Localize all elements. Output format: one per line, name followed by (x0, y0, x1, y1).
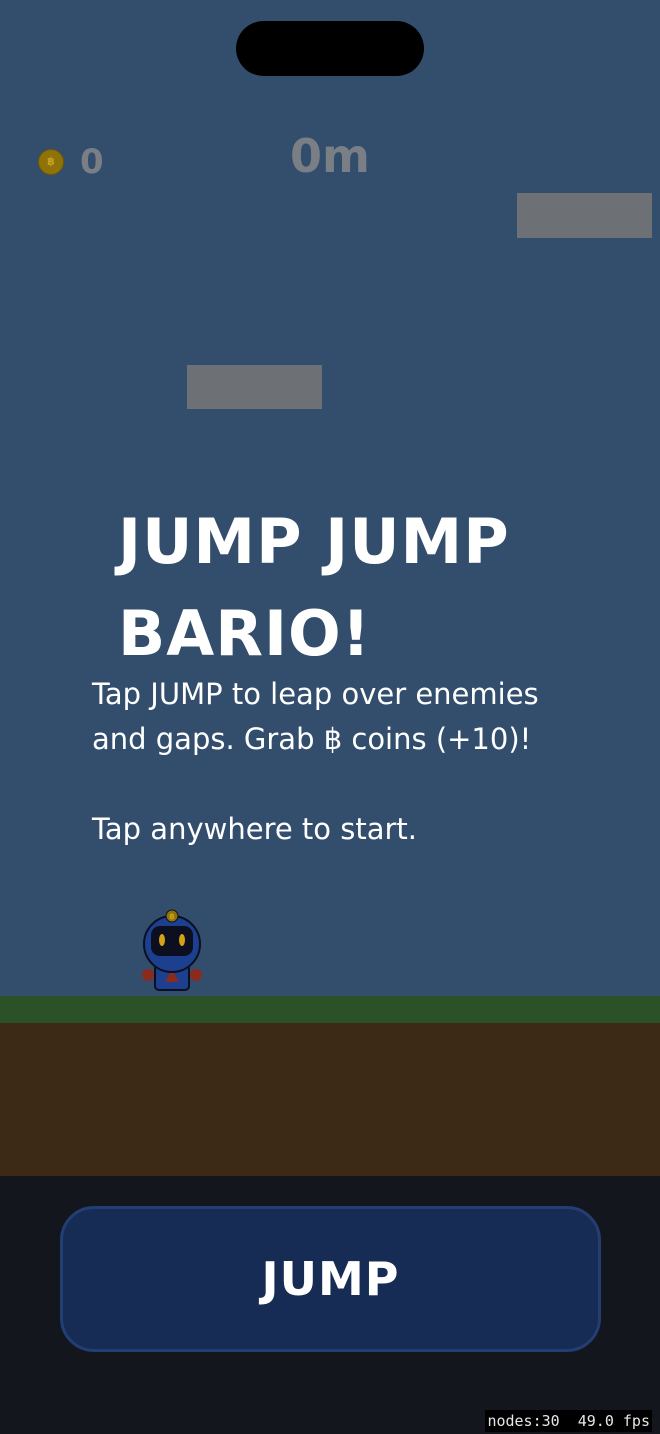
jump-button[interactable]: JUMP (60, 1206, 601, 1352)
instructions-text: Tap JUMP to leap over enemies and gaps. … (92, 672, 612, 852)
instructions-line: and gaps. Grab ฿ coins (+10)! (92, 722, 532, 756)
game-title-line: BARIO! (118, 597, 372, 670)
debug-stats: nodes:30 49.0 fps (485, 1410, 652, 1432)
game-title: JUMP JUMP BARIO! (118, 496, 558, 680)
dynamic-island (236, 21, 424, 76)
platform (517, 193, 652, 238)
player-badge: ฿ (169, 912, 175, 921)
ground-dirt (0, 1023, 660, 1176)
game-screen[interactable]: ฿ 0 0m JUMP JUMP BARIO! Tap JUMP to leap… (0, 0, 660, 1434)
distance-counter: 0m (290, 129, 370, 183)
ground-grass (0, 996, 660, 1023)
coin-icon: ฿ (38, 149, 64, 175)
start-prompt: Tap anywhere to start. (92, 812, 418, 846)
coin-symbol: ฿ (47, 155, 55, 168)
platform (187, 365, 322, 409)
instructions-line: Tap JUMP to leap over enemies (92, 677, 539, 711)
coin-count: 0 (80, 142, 104, 182)
robot-player-icon: ฿ (142, 909, 202, 991)
game-title-line: JUMP JUMP (118, 505, 510, 578)
player-character: ฿ (140, 908, 204, 994)
